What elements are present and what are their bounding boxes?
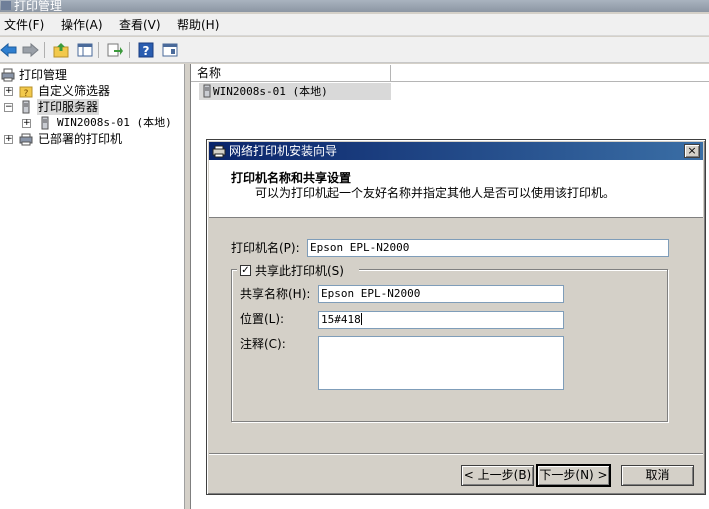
column-header-empty xyxy=(391,65,709,82)
expand-plus-icon[interactable]: + xyxy=(22,119,31,128)
tree-item-deployed-printers[interactable]: + 已部署的打印机 xyxy=(0,131,185,147)
tree-item-label: 自定义筛选器 xyxy=(38,84,111,98)
close-icon[interactable]: × xyxy=(684,144,700,158)
toolbar-separator xyxy=(129,42,130,58)
button-bar-divider xyxy=(209,453,703,454)
list-item[interactable]: WIN2008s-01 (本地) xyxy=(199,83,391,100)
location-value: 15#418 xyxy=(321,313,361,326)
printer-name-label: 打印机名(P): xyxy=(231,241,300,255)
back-button[interactable]: < 上一步(B) xyxy=(461,465,534,486)
printer-icon xyxy=(212,144,226,158)
print-management-icon xyxy=(1,1,11,10)
share-checkbox-label: 共享此打印机(S) xyxy=(255,264,344,278)
back-arrow-icon[interactable] xyxy=(0,41,18,59)
up-folder-icon[interactable] xyxy=(52,41,70,59)
comment-label: 注释(C): xyxy=(240,337,286,351)
tree-item-label: 已部署的打印机 xyxy=(38,132,123,146)
help-icon[interactable]: ? xyxy=(137,41,155,59)
navigation-tree: 打印管理 + ? 自定义筛选器 − 打印服务器 + WIN2008s-01 (本… xyxy=(0,64,185,509)
toolbar: ? xyxy=(0,37,709,63)
dialog-title: 网络打印机安装向导 xyxy=(229,144,338,158)
tree-item-custom-filters[interactable]: + ? 自定义筛选器 xyxy=(0,83,185,99)
toolbar-separator xyxy=(98,42,99,58)
cancel-button[interactable]: 取消 xyxy=(621,465,694,486)
properties-icon[interactable] xyxy=(161,41,179,59)
menu-action[interactable]: 操作(A) xyxy=(61,17,103,33)
tree-item-label: 打印服务器 xyxy=(37,99,100,115)
server-icon xyxy=(38,116,52,130)
dialog-titlebar[interactable]: 网络打印机安装向导 × xyxy=(209,142,703,160)
window-titlebar: 打印管理 xyxy=(0,0,709,12)
menu-help[interactable]: 帮助(H) xyxy=(177,17,219,33)
toolbar-separator xyxy=(44,42,45,58)
location-label: 位置(L): xyxy=(240,312,285,326)
wizard-header-subtitle: 可以为打印机起一个友好名称并指定其他人是否可以使用该打印机。 xyxy=(255,186,616,200)
tree-item-print-management[interactable]: 打印管理 xyxy=(0,67,185,83)
tree-item-local-server[interactable]: + WIN2008s-01 (本地) xyxy=(0,115,185,131)
collapse-minus-icon[interactable]: − xyxy=(4,103,13,112)
filter-folder-icon: ? xyxy=(19,84,33,98)
column-header-name[interactable]: 名称 xyxy=(191,65,391,82)
export-list-icon[interactable] xyxy=(106,41,124,59)
svg-text:?: ? xyxy=(24,89,29,98)
expand-plus-icon[interactable]: + xyxy=(4,135,13,144)
expand-plus-icon[interactable]: + xyxy=(4,87,13,96)
tree-item-print-servers[interactable]: − 打印服务器 xyxy=(0,99,185,115)
comment-textarea[interactable] xyxy=(318,336,564,390)
printer-name-input[interactable]: Epson EPL-N2000 xyxy=(307,239,669,257)
menu-bar: 文件(F) 操作(A) 查看(V) 帮助(H) xyxy=(0,14,709,36)
server-icon xyxy=(19,100,33,114)
wizard-header: 打印机名称和共享设置 可以为打印机起一个友好名称并指定其他人是否可以使用该打印机… xyxy=(209,160,703,218)
next-button[interactable]: 下一步(N) > xyxy=(536,464,611,487)
print-management-icon xyxy=(1,68,15,82)
tree-item-label: 打印管理 xyxy=(19,68,68,82)
menu-view[interactable]: 查看(V) xyxy=(119,17,161,33)
menu-file[interactable]: 文件(F) xyxy=(4,17,44,33)
window-title: 打印管理 xyxy=(14,0,63,12)
text-caret xyxy=(360,313,362,325)
location-input[interactable]: 15#418 xyxy=(318,311,564,329)
printer-icon xyxy=(19,132,33,146)
forward-arrow-icon[interactable] xyxy=(21,41,39,59)
share-name-label: 共享名称(H): xyxy=(240,287,311,301)
share-checkbox-row[interactable]: ✓ 共享此打印机(S) xyxy=(237,263,359,279)
tree-item-label: WIN2008s-01 (本地) xyxy=(57,116,172,129)
share-name-input[interactable]: Epson EPL-N2000 xyxy=(318,285,564,303)
share-checkbox[interactable]: ✓ xyxy=(240,265,251,276)
network-printer-wizard-dialog: 网络打印机安装向导 × 打印机名称和共享设置 可以为打印机起一个友好名称并指定其… xyxy=(206,139,706,495)
list-item-label: WIN2008s-01 (本地) xyxy=(213,85,328,98)
show-hide-tree-icon[interactable] xyxy=(76,41,94,59)
svg-text:?: ? xyxy=(143,44,150,58)
